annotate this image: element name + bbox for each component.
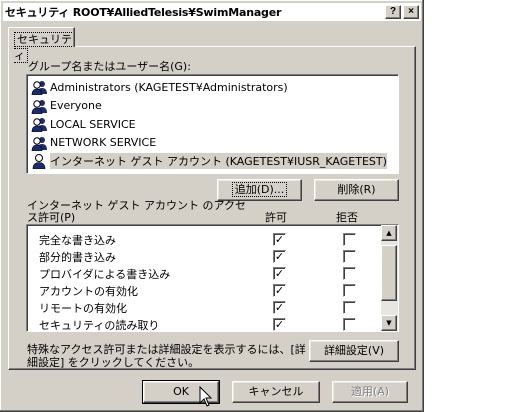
mouse-pointer-icon bbox=[199, 386, 213, 407]
help-button[interactable]: ? bbox=[385, 5, 401, 19]
security-dialog: セキュリティ ROOT¥AlliedTelesis¥SwimManager ? … bbox=[0, 0, 424, 412]
cancel-button[interactable]: キャンセル bbox=[232, 381, 320, 403]
apply-button[interactable]: 適用(A) bbox=[332, 381, 408, 403]
tab-panel bbox=[8, 46, 416, 370]
title-bar[interactable]: セキュリティ ROOT¥AlliedTelesis¥SwimManager ? … bbox=[3, 3, 421, 21]
window-title: セキュリティ ROOT¥AlliedTelesis¥SwimManager bbox=[5, 6, 282, 19]
tab-security[interactable]: セキュリティ bbox=[8, 27, 75, 63]
close-button[interactable]: × bbox=[403, 5, 419, 19]
